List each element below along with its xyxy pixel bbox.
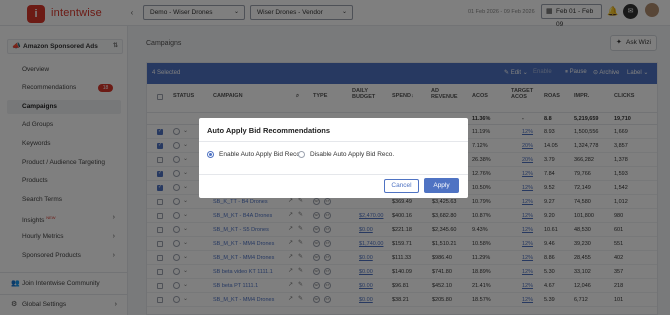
divider <box>199 141 468 142</box>
dialog-title: Auto Apply Bid Recommendations <box>207 126 331 135</box>
disable-radio[interactable] <box>298 151 305 158</box>
disable-option-label[interactable]: Disable Auto Apply Bid Reco. <box>310 151 394 158</box>
enable-radio[interactable] <box>207 151 214 158</box>
apply-button[interactable]: Apply <box>424 178 459 193</box>
cancel-button[interactable]: Cancel <box>384 179 419 193</box>
auto-apply-bid-dialog: Auto Apply Bid Recommendations Enable Au… <box>199 118 468 198</box>
divider <box>199 174 468 175</box>
enable-option-label[interactable]: Enable Auto Apply Bid Reco. <box>219 151 302 158</box>
